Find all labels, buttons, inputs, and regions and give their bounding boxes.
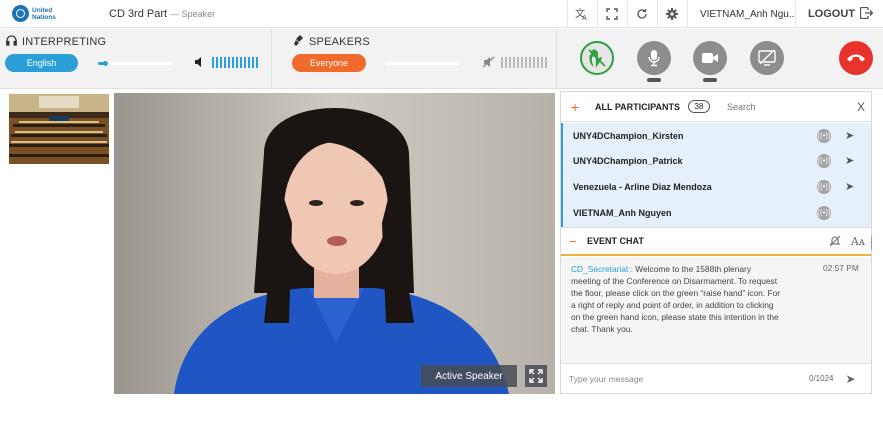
- side-panel: + ALL PARTICIPANTS 38 X UNY4DChampion_Ki…: [560, 91, 872, 394]
- language-select[interactable]: English: [5, 54, 78, 72]
- room-thumbnail[interactable]: [9, 94, 109, 164]
- hang-up-button[interactable]: [839, 41, 873, 75]
- screen-share-off-icon: [758, 50, 776, 66]
- audio-status-icon: ((•)): [817, 128, 831, 143]
- participant-name: Venezuela - Arline Diaz Mendoza: [573, 181, 712, 192]
- fullscreen-icon[interactable]: [596, 0, 627, 28]
- send-message-icon[interactable]: ➤: [845, 180, 857, 193]
- raise-hand-icon: [588, 49, 606, 68]
- mute-notifications-icon[interactable]: [829, 235, 841, 250]
- interpreting-level-meter: [212, 57, 258, 68]
- assembly-hall-image: [9, 94, 109, 164]
- participant-name: VIETNAM_Anh Nguyen: [573, 207, 672, 218]
- speakers-level-meter: [501, 57, 547, 68]
- send-message-icon[interactable]: ➤: [845, 154, 857, 167]
- top-bar: United Nations CD 3rd Part — Speaker 文A …: [0, 0, 883, 28]
- interpreting-volume-slider[interactable]: [98, 61, 172, 66]
- org-name: United Nations: [32, 6, 56, 21]
- chat-tools: Aᴀ: [829, 235, 865, 250]
- send-button[interactable]: ➤: [845, 372, 855, 386]
- share-screen-button[interactable]: [750, 41, 784, 75]
- microphone-icon: [648, 50, 660, 67]
- participants-title: ALL PARTICIPANTS: [595, 101, 680, 112]
- chat-message: CD_Secretariat : Welcome to the 1588th p…: [571, 263, 781, 335]
- user-name[interactable]: VIETNAM_Anh Ngu...: [686, 0, 795, 28]
- chat-message-input[interactable]: Type your message: [569, 374, 799, 384]
- participants-search-input[interactable]: [721, 98, 841, 116]
- participant-name: UNY4DChampion_Patrick: [573, 155, 683, 166]
- participant-name: UNY4DChampion_Kirsten: [573, 130, 684, 141]
- char-counter: 0/1024: [809, 374, 834, 383]
- topbar-actions: 文A VIETNAM_Anh Ngu... LOGOUT: [566, 0, 883, 28]
- logout-icon: [859, 6, 874, 22]
- speakers-muted-icon[interactable]: [482, 56, 496, 71]
- speaker-video-frame: [114, 93, 555, 394]
- font-size-icon[interactable]: Aᴀ: [851, 235, 865, 250]
- active-speaker-label: Active Speaker: [421, 365, 517, 387]
- chat-messages: CD_Secretariat : Welcome to the 1588th p…: [561, 257, 871, 363]
- send-message-icon[interactable]: ➤: [845, 129, 857, 142]
- expand-icon: [529, 369, 543, 383]
- meeting-role: — Speaker: [170, 8, 216, 19]
- camera-options-handle[interactable]: [703, 78, 717, 82]
- participants-list: UNY4DChampion_Kirsten ((•)) ➤ UNY4DChamp…: [561, 123, 872, 250]
- participant-row[interactable]: Venezuela - Arline Diaz Mendoza ((•)) ➤: [563, 174, 869, 199]
- interpreting-header: INTERPRETING: [6, 35, 106, 49]
- close-search-button[interactable]: X: [857, 100, 865, 114]
- interpreting-volume-knob[interactable]: [103, 61, 109, 66]
- un-emblem-icon: [12, 5, 29, 22]
- video-camera-icon: [702, 53, 718, 63]
- participants-count-badge: 38: [688, 100, 710, 113]
- speakers-icon: [294, 35, 304, 49]
- collapse-minus-icon[interactable]: −: [569, 234, 581, 249]
- meeting-title: CD 3rd Part: [109, 7, 168, 20]
- chat-timestamp: 02:57 PM: [823, 263, 859, 273]
- audio-status-icon: ((•)): [817, 179, 831, 194]
- headphones-icon: [6, 35, 17, 49]
- event-chat-title: EVENT CHAT: [587, 236, 644, 246]
- expand-plus-icon[interactable]: +: [571, 99, 583, 115]
- participant-row[interactable]: VIETNAM_Anh Nguyen ((•)) ➤: [563, 200, 869, 225]
- hang-up-phone-icon: [847, 54, 865, 62]
- controls-bar: INTERPRETING English SPEAKERS Everyone: [0, 29, 883, 89]
- interpreting-section: INTERPRETING English: [0, 29, 271, 89]
- participant-row[interactable]: UNY4DChampion_Kirsten ((•)) ➤: [563, 123, 869, 148]
- chat-sender[interactable]: CD_Secretariat :: [571, 264, 633, 274]
- translate-icon[interactable]: 文A: [566, 0, 597, 28]
- participants-header: + ALL PARTICIPANTS 38 X: [561, 92, 871, 122]
- speaker-volume-icon[interactable]: [194, 56, 206, 71]
- audio-status-icon: ((•)): [817, 153, 831, 168]
- un-logo: United Nations: [12, 5, 82, 22]
- video-fullscreen-button[interactable]: [525, 365, 547, 387]
- event-chat-header: − EVENT CHAT Aᴀ: [561, 227, 871, 256]
- microphone-options-handle[interactable]: [647, 78, 661, 82]
- speakers-volume-slider[interactable]: [385, 62, 459, 65]
- participant-row[interactable]: UNY4DChampion_Patrick ((•)) ➤: [563, 148, 869, 173]
- speakers-select[interactable]: Everyone: [292, 54, 366, 72]
- speaker-video: Active Speaker: [114, 93, 555, 394]
- logout-label: LOGOUT: [807, 8, 855, 20]
- chat-text: Welcome to the 1588th plenary meeting of…: [571, 264, 781, 334]
- interpreting-label: INTERPRETING: [22, 36, 107, 48]
- svg-text:A: A: [582, 14, 587, 21]
- logout-button[interactable]: LOGOUT: [794, 0, 883, 28]
- camera-button[interactable]: [693, 41, 727, 75]
- chat-input-bar: Type your message 0/1024 ➤: [561, 363, 871, 393]
- controls-divider: [556, 29, 557, 89]
- raise-hand-button[interactable]: [580, 41, 614, 75]
- speakers-section: SPEAKERS Everyone: [272, 29, 556, 89]
- speakers-header: SPEAKERS: [294, 35, 370, 49]
- audio-status-icon: ((•)): [817, 205, 831, 220]
- microphone-button[interactable]: [637, 41, 671, 75]
- speakers-label: SPEAKERS: [309, 36, 370, 48]
- settings-gear-icon[interactable]: [656, 0, 687, 28]
- refresh-icon[interactable]: [626, 0, 657, 28]
- app-window: United Nations CD 3rd Part — Speaker 文A …: [0, 0, 883, 421]
